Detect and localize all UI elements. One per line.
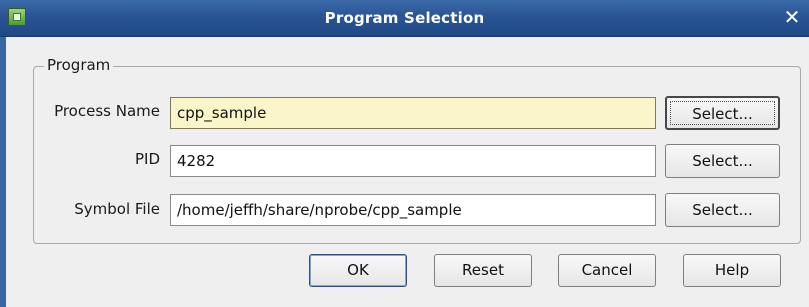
window-edge [0,37,6,307]
symbol-file-select-button[interactable]: Select... [665,193,780,227]
ok-button[interactable]: OK [309,254,407,287]
reset-button[interactable]: Reset [434,254,532,287]
symbol-file-label: Symbol File [74,200,160,218]
cancel-button[interactable]: Cancel [558,254,656,287]
groupbox-title: Program [44,56,114,74]
process-name-label: Process Name [54,102,160,120]
window-title: Program Selection [324,9,485,27]
program-selection-dialog: Program Selection ✕ Program Process Name… [0,0,809,307]
close-icon[interactable]: ✕ [781,6,803,28]
pid-select-button[interactable]: Select... [665,144,780,178]
help-button[interactable]: Help [683,254,781,287]
pid-field[interactable] [170,145,656,177]
process-name-select-button[interactable]: Select... [665,96,780,130]
pid-label: PID [134,150,160,168]
symbol-file-field[interactable] [170,194,656,226]
title-bar[interactable]: Program Selection ✕ [0,0,809,37]
process-name-field[interactable] [170,97,656,129]
